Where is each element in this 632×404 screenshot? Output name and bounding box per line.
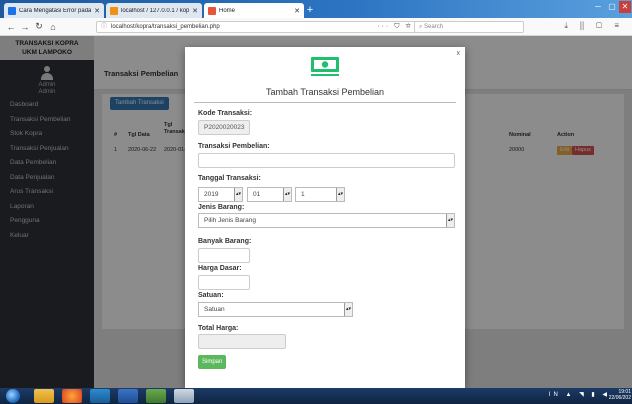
modal-title: Tambah Transaksi Pembelian: [265, 87, 385, 97]
home-icon[interactable]: ⌂: [46, 22, 60, 32]
satuan-select[interactable]: Satuan ▴▾: [198, 302, 353, 317]
money-icon: [311, 57, 339, 76]
chevron-down-icon: ▴▾: [336, 188, 344, 201]
day-select[interactable]: 1 ▴▾: [295, 187, 345, 202]
harga-dasar-label: Harga Dasar:: [198, 265, 242, 272]
url-bar[interactable]: ⓘ localhost/kopra/transaksi_pembelian.ph…: [96, 21, 418, 33]
save-button[interactable]: Simpan: [198, 355, 227, 369]
close-window-button[interactable]: ✕: [619, 1, 631, 13]
chevron-down-icon: ▴▾: [344, 303, 352, 316]
tab-home[interactable]: Home ✕: [204, 3, 304, 18]
browser-toolbar: ← → ↻ ⌂ ⓘ localhost/kopra/transaksi_pemb…: [0, 18, 632, 36]
close-icon[interactable]: ✕: [192, 7, 198, 15]
total-harga-field: [198, 334, 286, 349]
system-tray[interactable]: IN ▲ ◥ ▮ ◀: [549, 391, 610, 398]
clock[interactable]: 19:01 22/06/202: [609, 389, 631, 401]
kode-transaksi-label: Kode Transaksi:: [198, 110, 253, 117]
banyak-barang-label: Banyak Barang:: [198, 238, 252, 245]
close-icon[interactable]: ✕: [294, 7, 300, 15]
satuan-label: Satuan:: [198, 292, 224, 299]
xampp-icon[interactable]: [90, 389, 110, 403]
app-icon[interactable]: [146, 389, 166, 403]
total-harga-label: Total Harga:: [198, 325, 239, 332]
reload-icon[interactable]: ↻: [32, 21, 46, 32]
forward-icon[interactable]: →: [18, 22, 32, 32]
google-icon: [8, 6, 16, 15]
search-icon: ⌕: [419, 24, 423, 30]
close-modal-button[interactable]: x: [457, 50, 461, 57]
year-select[interactable]: 2019 ▴▾: [198, 187, 243, 202]
page-icon: [208, 6, 216, 15]
modal-divider: [194, 102, 456, 103]
jenis-barang-select[interactable]: Pilih Jenis Barang ▴▾: [198, 213, 455, 228]
maximize-button[interactable]: ▢: [606, 1, 618, 13]
windows-taskbar: IN ▲ ◥ ▮ ◀ 19:01 22/06/202: [0, 388, 632, 404]
firefox-icon[interactable]: [62, 389, 82, 403]
toolbar-right-icons[interactable]: ⤓ ⫼ ▢ ≡: [564, 21, 624, 31]
url-actions[interactable]: ··· ⛉ ☆: [377, 22, 413, 32]
back-icon[interactable]: ←: [4, 22, 18, 32]
month-select[interactable]: 01 ▴▾: [247, 187, 292, 202]
phpmyadmin-icon: [110, 6, 118, 15]
file-explorer-icon[interactable]: [34, 389, 54, 403]
minimize-button[interactable]: ─: [592, 1, 604, 13]
chevron-down-icon: ▴▾: [234, 188, 242, 201]
word-icon[interactable]: [118, 389, 138, 403]
tab-cara-mengatasi[interactable]: Cara Mengatasi Error pada XAI ✕: [4, 3, 104, 18]
tool-icon[interactable]: [174, 389, 194, 403]
browser-tab-bar: Cara Mengatasi Error pada XAI ✕ localhos…: [0, 0, 632, 18]
chevron-down-icon: ▴▾: [446, 214, 454, 227]
harga-dasar-input[interactable]: [198, 275, 250, 290]
search-input[interactable]: ⌕ Search: [414, 21, 524, 33]
tab-phpmyadmin[interactable]: localhost / 127.0.0.1 / kopra / ... ✕: [106, 3, 202, 18]
chevron-down-icon: ▴▾: [283, 188, 291, 201]
info-icon: ⓘ: [101, 24, 108, 30]
transaksi-pembelian-input[interactable]: [198, 153, 455, 168]
banyak-barang-input[interactable]: [198, 248, 250, 263]
kode-transaksi-field: P2020020023: [198, 120, 250, 135]
close-icon[interactable]: ✕: [94, 7, 100, 15]
new-tab-button[interactable]: +: [304, 4, 316, 16]
jenis-barang-label: Jenis Barang:: [198, 204, 245, 211]
transaksi-pembelian-label: Transaksi Pembelian:: [198, 143, 270, 150]
add-purchase-modal: x Tambah Transaksi Pembelian Kode Transa…: [185, 47, 465, 388]
tanggal-transaksi-label: Tanggal Transaksi:: [198, 175, 261, 182]
start-button[interactable]: [6, 389, 20, 403]
